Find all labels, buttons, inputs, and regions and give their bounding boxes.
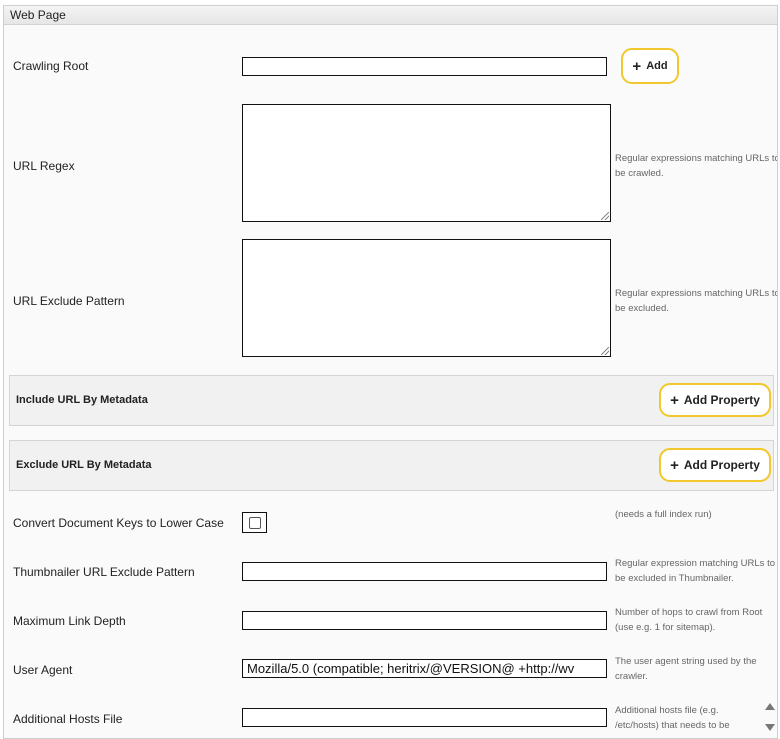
- user-agent-label: User Agent: [13, 663, 73, 677]
- lowercase-keys-checkbox[interactable]: [242, 512, 267, 533]
- url-exclude-textarea[interactable]: [242, 239, 611, 357]
- resize-grip-icon[interactable]: [601, 347, 609, 355]
- add-button-label: Add: [646, 60, 668, 72]
- hosts-file-input[interactable]: [242, 708, 607, 727]
- include-metadata-title: Include URL By Metadata: [16, 394, 148, 406]
- plus-icon: +: [670, 391, 679, 409]
- lowercase-keys-label: Convert Document Keys to Lower Case: [13, 516, 224, 530]
- arrow-up-icon[interactable]: [765, 703, 775, 710]
- add-exclude-property-button[interactable]: + Add Property: [659, 448, 771, 482]
- add-include-property-button[interactable]: + Add Property: [659, 383, 771, 417]
- hosts-file-label: Additional Hosts File: [13, 712, 123, 726]
- url-exclude-label: URL Exclude Pattern: [13, 294, 125, 308]
- user-agent-help: The user agent string used by the crawle…: [615, 656, 757, 682]
- checkbox-box-icon: [249, 517, 261, 529]
- url-regex-textarea[interactable]: [242, 104, 611, 222]
- include-metadata-section: Include URL By Metadata + Add Property: [9, 375, 774, 426]
- link-depth-label: Maximum Link Depth: [13, 614, 126, 628]
- thumbnailer-exclude-label: Thumbnailer URL Exclude Pattern: [13, 565, 195, 579]
- url-exclude-help: Regular expressions matching URLs to be …: [615, 288, 778, 314]
- add-crawling-root-button[interactable]: + Add: [621, 48, 679, 84]
- exclude-metadata-section: Exclude URL By Metadata + Add Property: [9, 440, 774, 491]
- url-regex-help: Regular expressions matching URLs to be …: [615, 153, 778, 179]
- lowercase-keys-help: (needs a full index run): [615, 509, 712, 520]
- resize-grip-icon[interactable]: [601, 212, 609, 220]
- plus-icon: +: [632, 57, 642, 75]
- thumbnailer-exclude-help: Regular expression matching URLs to be e…: [615, 558, 775, 584]
- exclude-metadata-title: Exclude URL By Metadata: [16, 459, 152, 471]
- crawling-root-label: Crawling Root: [13, 59, 89, 73]
- thumbnailer-exclude-input[interactable]: [242, 562, 607, 581]
- panel-title: Web Page: [4, 6, 777, 25]
- plus-icon: +: [670, 456, 679, 474]
- crawling-root-input[interactable]: [242, 57, 607, 76]
- add-property-label: Add Property: [683, 458, 760, 472]
- add-property-label: Add Property: [683, 393, 760, 407]
- hosts-file-help: Additional hosts file (e.g. /etc/hosts) …: [615, 705, 730, 731]
- user-agent-input[interactable]: Mozilla/5.0 (compatible; heritrix/@VERSI…: [242, 659, 607, 678]
- web-page-panel: Web Page Crawling Root + Add URL Regex R…: [3, 5, 778, 739]
- link-depth-input[interactable]: [242, 611, 607, 630]
- arrow-down-icon[interactable]: [765, 724, 775, 731]
- link-depth-help: Number of hops to crawl from Root (use e…: [615, 607, 763, 633]
- url-regex-label: URL Regex: [13, 159, 75, 173]
